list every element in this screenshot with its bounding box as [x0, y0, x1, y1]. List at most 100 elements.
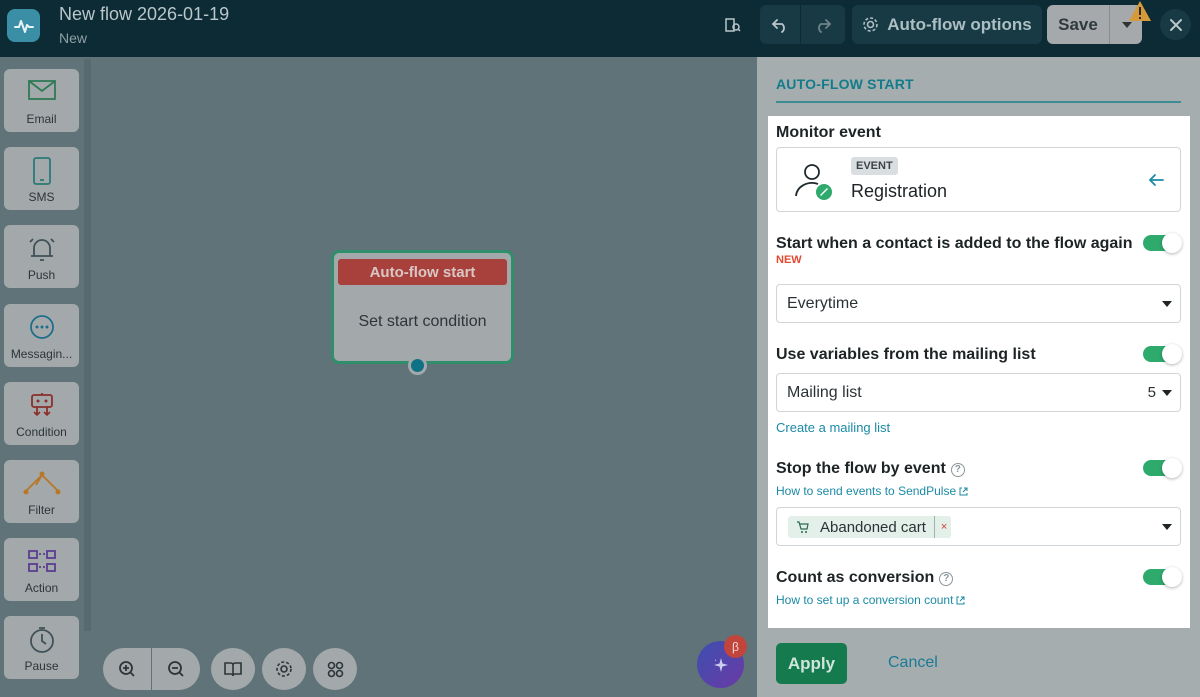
email-icon [27, 80, 56, 100]
new-badge: NEW [776, 254, 802, 266]
chevron-down-icon [1121, 21, 1132, 28]
app-logo[interactable] [7, 9, 40, 42]
arrow-left-icon[interactable] [1147, 172, 1165, 188]
sidebar-item-pause[interactable]: Pause [4, 616, 79, 679]
panel-title: AUTO-FLOW START [776, 76, 914, 92]
redo-icon [818, 18, 832, 33]
canvas-settings-button[interactable] [262, 648, 306, 690]
zoom-in-icon [119, 661, 135, 677]
node-output-port[interactable] [408, 356, 427, 375]
conversion-count-link-text: How to set up a conversion count [776, 593, 954, 607]
mailing-list-placeholder: Mailing list [787, 383, 862, 401]
mailing-list-label: Use variables from the mailing list [776, 346, 1036, 363]
chevron-down-icon [1162, 524, 1172, 530]
auto-flow-start-node[interactable]: Auto-flow start Set start condition [331, 250, 514, 364]
send-events-link-text: How to send events to SendPulse [776, 484, 957, 498]
stop-flow-toggle[interactable] [1143, 458, 1182, 478]
cart-icon [797, 521, 809, 533]
sidebar-item-condition[interactable]: Condition [4, 382, 79, 445]
sidebar-item-push[interactable]: Push [4, 225, 79, 288]
cancel-button[interactable]: Cancel [888, 654, 938, 672]
sidebar-item-label: Condition [16, 425, 67, 439]
conversion-count-link[interactable]: How to set up a conversion count [776, 593, 965, 607]
event-chip: Abandoned cart × [788, 516, 952, 538]
restart-toggle[interactable] [1143, 233, 1182, 253]
mailing-list-toggle[interactable] [1143, 344, 1182, 364]
undo-button[interactable] [760, 5, 800, 44]
beta-badge: β [724, 635, 747, 658]
send-events-link[interactable]: How to send events to SendPulse [776, 484, 968, 498]
restart-label: Start when a contact is added to the flo… [776, 235, 1133, 252]
node-title: Auto-flow start [338, 259, 507, 285]
flow-title[interactable]: New flow 2026-01-19 [59, 4, 229, 25]
docs-button[interactable] [718, 10, 748, 40]
grid-icon [327, 661, 343, 677]
redo-button[interactable] [801, 5, 845, 44]
sidebar-item-label: Filter [28, 503, 55, 517]
gear-icon [863, 17, 879, 32]
sidebar-item-messaging[interactable]: Messagin... [4, 304, 79, 367]
save-button[interactable]: Save [1047, 5, 1110, 44]
auto-flow-options-button[interactable]: Auto-flow options [852, 5, 1042, 44]
auto-flow-options-label: Auto-flow options [887, 14, 1032, 34]
help-icon[interactable]: ? [939, 572, 954, 586]
flow-status: New [59, 30, 88, 46]
event-name: Registration [851, 181, 948, 201]
book-icon [224, 662, 242, 677]
sidebar-item-label: Action [24, 581, 59, 595]
gear-icon [276, 661, 292, 677]
sparkle-icon [713, 657, 728, 672]
zoom-in-button[interactable] [103, 648, 151, 690]
condition-icon [30, 393, 53, 417]
monitor-event-label: Monitor event [776, 124, 881, 141]
node-body: Set start condition [358, 313, 487, 330]
chevron-down-icon [1162, 390, 1172, 396]
help-icon[interactable]: ? [950, 463, 965, 477]
user-edit-icon [795, 164, 832, 200]
pulse-icon [13, 19, 34, 33]
restart-frequency-value: Everytime [787, 294, 859, 312]
guide-button[interactable] [211, 648, 255, 690]
zoom-out-button[interactable] [152, 648, 200, 690]
sidebar-item-action[interactable]: Action [4, 538, 79, 601]
remove-chip-button[interactable]: × [933, 516, 951, 538]
action-icon [27, 550, 56, 572]
zoom-out-icon [168, 661, 184, 677]
close-icon [1169, 18, 1182, 31]
sidebar-item-email[interactable]: Email [4, 69, 79, 132]
conversion-label-row: Count as conversion? [776, 569, 954, 587]
sidebar-item-label: Push [27, 268, 56, 282]
sidebar-item-label: Pause [24, 659, 59, 673]
conversion-toggle[interactable] [1143, 567, 1182, 587]
sidebar-item-label: Email [26, 112, 57, 126]
sms-icon [32, 157, 51, 185]
warning-icon[interactable] [1128, 0, 1152, 22]
sidebar-item-sms[interactable]: SMS [4, 147, 79, 210]
top-bar: New flow 2026-01-19 New Auto-flow option… [0, 0, 1200, 57]
close-button[interactable] [1160, 9, 1191, 40]
stop-flow-label-row: Stop the flow by event? [776, 460, 965, 478]
create-mailing-list-link[interactable]: Create a mailing list [776, 420, 890, 435]
restart-frequency-select[interactable]: Everytime [776, 284, 1181, 323]
apply-button[interactable]: Apply [776, 643, 847, 684]
event-selector[interactable] [776, 147, 1181, 212]
mailing-list-count: 5 [1147, 384, 1156, 401]
pause-icon [29, 627, 54, 653]
external-link-icon [959, 487, 968, 496]
book-search-icon [725, 18, 741, 32]
sidebar-scrollbar[interactable] [84, 59, 91, 631]
flow-canvas[interactable] [91, 57, 757, 697]
conversion-label: Count as conversion [776, 569, 935, 586]
sidebar-item-filter[interactable]: Filter [4, 460, 79, 523]
mailing-list-select[interactable]: Mailing list 5 [776, 373, 1181, 412]
push-icon [28, 238, 55, 261]
sidebar-item-label: Messagin... [10, 347, 73, 361]
sidebar-item-label: SMS [28, 190, 55, 204]
layout-button[interactable] [313, 648, 357, 690]
messaging-icon [29, 315, 54, 339]
external-link-icon [956, 596, 965, 605]
stop-flow-label: Stop the flow by event [776, 460, 946, 477]
event-tag: EVENT [851, 157, 898, 175]
filter-icon [23, 471, 60, 495]
undo-icon [771, 18, 785, 33]
